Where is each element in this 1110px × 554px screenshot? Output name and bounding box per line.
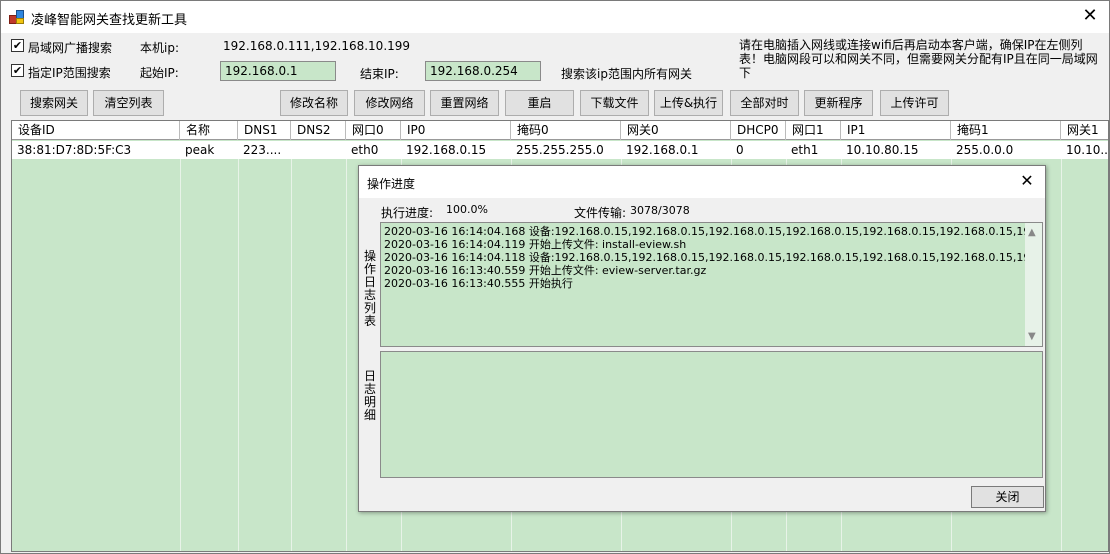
cell-ip0: 192.168.0.15: [406, 143, 487, 157]
transfer-value: 3078/3078: [630, 204, 690, 217]
column-divider: [238, 159, 239, 551]
log-list-label: 操作日志列表: [363, 249, 376, 328]
log-detail[interactable]: [380, 351, 1043, 478]
range-search-label[interactable]: 指定IP范围搜索: [28, 64, 111, 81]
end-ip-label: 结束IP:: [360, 67, 399, 81]
cell-port1: eth1: [791, 143, 819, 157]
table-row[interactable]: 38:81:D7:8D:5F:C3 peak 223.... eth0 192.…: [12, 141, 1109, 159]
update-program-button[interactable]: 更新程序: [804, 90, 873, 116]
upload-execute-button[interactable]: 上传&执行: [654, 90, 723, 116]
main-window: 凌峰智能网关查找更新工具 ✕ ✔ 局域网广播搜索 本机ip: 192.168.0…: [0, 0, 1110, 554]
column-header[interactable]: 网关1: [1061, 121, 1108, 140]
title-bar: 凌峰智能网关查找更新工具 ✕: [1, 1, 1109, 33]
log-line[interactable]: 2020-03-16 16:14:04.119 开始上传文件: install-…: [381, 238, 1042, 251]
cell-name: peak: [185, 143, 215, 157]
log-line[interactable]: 2020-03-16 16:14:04.168 设备:192.168.0.15,…: [381, 225, 1042, 238]
column-header[interactable]: 网关0: [621, 121, 731, 140]
reboot-button[interactable]: 重启: [505, 90, 574, 116]
log-line[interactable]: 2020-03-16 16:14:04.118 设备:192.168.0.15,…: [381, 251, 1042, 264]
column-divider: [1061, 159, 1062, 551]
cell-port0: eth0: [351, 143, 379, 157]
cell-mask1: 255.0.0.0: [956, 143, 1014, 157]
log-detail-label: 日志明细: [363, 369, 376, 422]
column-divider: [180, 159, 181, 551]
start-ip-input[interactable]: 192.168.0.1: [220, 61, 336, 81]
dialog-title-bar: 操作进度 ✕: [359, 166, 1045, 198]
column-header[interactable]: IP1: [841, 121, 951, 140]
progress-value: 100.0%: [446, 203, 488, 216]
cell-device-id: 38:81:D7:8D:5F:C3: [17, 143, 132, 157]
window-title: 凌峰智能网关查找更新工具: [31, 13, 188, 28]
column-header[interactable]: 掩码1: [951, 121, 1061, 140]
start-ip-label: 起始IP:: [140, 66, 179, 80]
table-header: 设备ID 名称 DNS1 DNS2 网口0 IP0 掩码0 网关0 DHCP0 …: [12, 121, 1108, 140]
broadcast-search-label[interactable]: 局域网广播搜索: [28, 39, 112, 56]
app-icon: [9, 9, 25, 25]
scroll-up-icon[interactable]: ▲: [1028, 227, 1036, 238]
scroll-down-icon[interactable]: ▼: [1028, 331, 1036, 342]
column-header[interactable]: 网口1: [786, 121, 841, 140]
range-hint: 搜索该ip范围内所有网关: [561, 67, 692, 81]
column-header[interactable]: DHCP0: [731, 121, 786, 140]
cell-dns2: [291, 141, 346, 159]
local-ip-label: 本机ip:: [140, 41, 179, 55]
close-button[interactable]: 关闭: [971, 486, 1044, 508]
range-search-checkbox[interactable]: ✔: [11, 64, 24, 77]
cell-dhcp0: 0: [736, 143, 744, 157]
column-header[interactable]: DNS2: [291, 121, 346, 140]
download-file-button[interactable]: 下载文件: [580, 90, 649, 116]
rename-button[interactable]: 修改名称: [280, 90, 348, 116]
transfer-label: 文件传输:: [574, 206, 627, 220]
end-ip-input[interactable]: 192.168.0.254: [425, 61, 541, 81]
dialog-title: 操作进度: [367, 177, 416, 191]
broadcast-search-checkbox[interactable]: ✔: [11, 39, 24, 52]
column-divider: [291, 159, 292, 551]
cell-gateway0: 192.168.0.1: [626, 143, 699, 157]
window-close-icon[interactable]: ✕: [1079, 5, 1101, 27]
column-header[interactable]: 名称: [180, 121, 238, 140]
cell-gateway1: 10.10...: [1066, 143, 1109, 157]
edit-network-button[interactable]: 修改网络: [354, 90, 425, 116]
column-divider: [346, 159, 347, 551]
local-ip-value: 192.168.0.111,192.168.10.199: [223, 39, 411, 53]
clear-list-button[interactable]: 清空列表: [93, 90, 164, 116]
cell-ip1: 10.10.80.15: [846, 143, 919, 157]
search-gateway-button[interactable]: 搜索网关: [20, 90, 88, 116]
dialog-close-icon[interactable]: ✕: [1017, 171, 1037, 191]
log-line[interactable]: 2020-03-16 16:13:40.559 开始上传文件: eview-se…: [381, 264, 1042, 277]
log-line[interactable]: 2020-03-16 16:13:40.555 开始执行: [381, 277, 1042, 290]
column-header[interactable]: 掩码0: [511, 121, 621, 140]
sync-time-button[interactable]: 全部对时: [730, 90, 799, 116]
column-header[interactable]: 设备ID: [12, 121, 180, 140]
column-header[interactable]: 网口0: [346, 121, 401, 140]
column-header[interactable]: IP0: [401, 121, 511, 140]
progress-dialog: 操作进度 ✕ 执行进度: 100.0% 文件传输: 3078/3078 操作日志…: [358, 165, 1046, 512]
cell-mask0: 255.255.255.0: [516, 143, 604, 157]
progress-label: 执行进度:: [381, 206, 434, 220]
reset-network-button[interactable]: 重置网络: [430, 90, 499, 116]
upload-license-button[interactable]: 上传许可: [880, 90, 949, 116]
cell-dns1: 223....: [243, 143, 282, 157]
usage-note: 请在电脑插入网线或连接wifi后再启动本客户端，确保IP在左侧列表！电脑网段可以…: [739, 38, 1098, 80]
log-scrollbar[interactable]: ▲ ▼: [1025, 223, 1042, 346]
log-list[interactable]: 2020-03-16 16:14:04.168 设备:192.168.0.15,…: [380, 222, 1043, 347]
column-header[interactable]: DNS1: [238, 121, 291, 140]
